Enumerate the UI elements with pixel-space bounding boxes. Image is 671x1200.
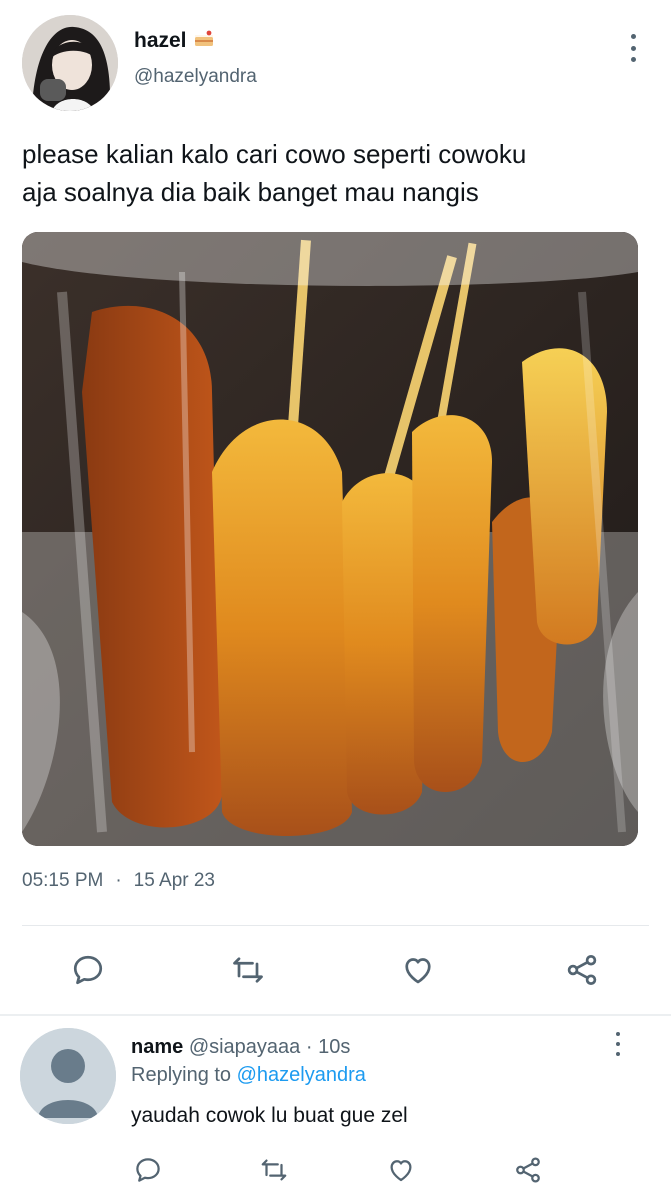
- share-icon[interactable]: [508, 1150, 548, 1190]
- like-icon[interactable]: [381, 1150, 421, 1190]
- tweet-timestamp[interactable]: 05:15 PM · 15 Apr 23: [22, 870, 215, 892]
- reply-avatar[interactable]: [20, 1028, 116, 1124]
- corn-dog-photo: [22, 232, 638, 846]
- reply-icon[interactable]: [68, 950, 108, 990]
- tweet-time: 05:15 PM: [22, 870, 104, 891]
- meta-separator: ·: [115, 870, 122, 891]
- reply-handle[interactable]: @siapayaaa: [189, 1036, 300, 1058]
- author-handle[interactable]: @hazelyandra: [134, 66, 257, 88]
- tweet-text-line-1: please kalian kalo cari cowo seperti cow…: [22, 139, 527, 169]
- reply-display-name[interactable]: name: [131, 1036, 183, 1058]
- reply-icon[interactable]: [128, 1150, 168, 1190]
- replying-to: Replying to @hazelyandra: [131, 1064, 366, 1087]
- main-tweet: hazel @hazelyandra please kalian kalo ca…: [0, 0, 671, 1015]
- reply-tweet[interactable]: name @siapayaaa · 10s Replying to @hazel…: [0, 1016, 671, 1200]
- reply-header: name @siapayaaa · 10s: [131, 1036, 350, 1059]
- retweet-icon[interactable]: [228, 950, 268, 990]
- more-options-icon[interactable]: [625, 34, 641, 62]
- author-name-row: hazel: [134, 28, 215, 53]
- tweet-date: 15 Apr 23: [133, 870, 215, 891]
- share-icon[interactable]: [562, 950, 602, 990]
- author-avatar[interactable]: [22, 15, 118, 111]
- divider: [22, 925, 649, 926]
- retweet-icon[interactable]: [254, 1150, 294, 1190]
- replying-prefix: Replying to: [131, 1064, 232, 1086]
- reply-text: yaudah cowok lu buat gue zel: [131, 1104, 408, 1127]
- default-profile-icon: [20, 1028, 116, 1124]
- tweet-photo[interactable]: [22, 232, 638, 846]
- tweet-text-line-2: aja soalnya dia baik banget mau nangis: [22, 177, 479, 207]
- tweet-actions: [0, 950, 671, 990]
- like-icon[interactable]: [398, 950, 438, 990]
- replying-to-link[interactable]: @hazelyandra: [237, 1064, 366, 1086]
- reply-separator: ·: [305, 1036, 313, 1058]
- author-display-name[interactable]: hazel: [134, 29, 187, 53]
- author-avatar-image: [22, 15, 118, 111]
- cake-icon: [193, 28, 215, 53]
- reply-age: 10s: [318, 1036, 351, 1058]
- reply-actions: [0, 1150, 671, 1190]
- tweet-text: please kalian kalo cari cowo seperti cow…: [22, 135, 642, 211]
- reply-more-options-icon[interactable]: [611, 1032, 625, 1056]
